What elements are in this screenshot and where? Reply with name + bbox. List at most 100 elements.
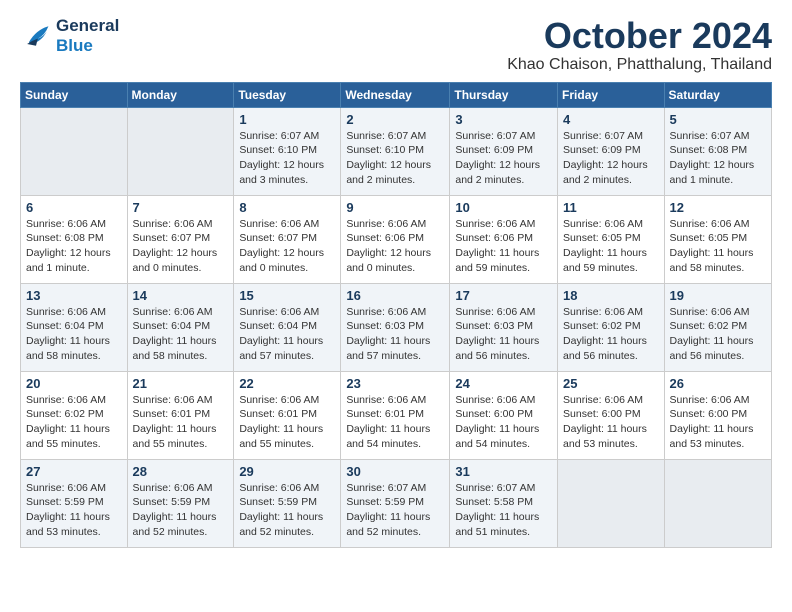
day-number: 29 (239, 464, 335, 479)
day-detail: Sunrise: 6:06 AMSunset: 6:06 PMDaylight:… (346, 217, 444, 276)
day-detail: Sunrise: 6:06 AMSunset: 6:00 PMDaylight:… (455, 393, 552, 452)
page-header: General Blue October 2024 Khao Chaison, … (20, 16, 772, 74)
day-number: 17 (455, 288, 552, 303)
day-number: 18 (563, 288, 659, 303)
calendar-cell: 27Sunrise: 6:06 AMSunset: 5:59 PMDayligh… (21, 459, 128, 547)
day-detail: Sunrise: 6:06 AMSunset: 6:05 PMDaylight:… (670, 217, 766, 276)
calendar-cell: 17 Sunrise: 6:06 AMSunset: 6:03 PMDayligh… (450, 283, 558, 371)
day-detail: Sunrise: 6:07 AMSunset: 6:10 PMDaylight:… (346, 129, 444, 188)
day-detail: Sunrise: 6:07 AMSunset: 6:09 PMDaylight:… (563, 129, 659, 188)
calendar-cell: 22 Sunrise: 6:06 AMSunset: 6:01 PMDayligh… (234, 371, 341, 459)
calendar-cell: 12 Sunrise: 6:06 AMSunset: 6:05 PMDayligh… (664, 195, 771, 283)
day-detail: Sunrise: 6:06 AMSunset: 6:01 PMDaylight:… (239, 393, 335, 452)
day-detail: Sunrise: 6:06 AMSunset: 6:03 PMDaylight:… (455, 305, 552, 364)
title-block: October 2024 Khao Chaison, Phatthalung, … (507, 16, 772, 74)
day-detail: Sunrise: 6:06 AMSunset: 6:05 PMDaylight:… (563, 217, 659, 276)
calendar-cell: 6Sunrise: 6:06 AMSunset: 6:08 PMDaylight… (21, 195, 128, 283)
day-number: 22 (239, 376, 335, 391)
weekday-header-friday: Friday (558, 82, 665, 107)
calendar-cell: 5 Sunrise: 6:07 AMSunset: 6:08 PMDaylight… (664, 107, 771, 195)
day-detail: Sunrise: 6:07 AMSunset: 6:09 PMDaylight:… (455, 129, 552, 188)
day-number: 1 (239, 112, 335, 127)
day-number: 14 (133, 288, 229, 303)
calendar-cell: 26Sunrise: 6:06 AMSunset: 6:00 PMDayligh… (664, 371, 771, 459)
day-number: 26 (670, 376, 766, 391)
calendar-cell: 8 Sunrise: 6:06 AMSunset: 6:07 PMDaylight… (234, 195, 341, 283)
day-number: 8 (239, 200, 335, 215)
calendar-cell: 16Sunrise: 6:06 AMSunset: 6:03 PMDayligh… (341, 283, 450, 371)
calendar-cell (664, 459, 771, 547)
day-number: 2 (346, 112, 444, 127)
calendar-week-row: 20Sunrise: 6:06 AMSunset: 6:02 PMDayligh… (21, 371, 772, 459)
calendar-cell (558, 459, 665, 547)
day-number: 9 (346, 200, 444, 215)
day-number: 10 (455, 200, 552, 215)
day-number: 15 (239, 288, 335, 303)
calendar-cell: 31 Sunrise: 6:07 AMSunset: 5:58 PMDayligh… (450, 459, 558, 547)
day-detail: Sunrise: 6:07 AMSunset: 5:58 PMDaylight:… (455, 481, 552, 540)
location-title: Khao Chaison, Phatthalung, Thailand (507, 56, 772, 74)
calendar-week-row: 6Sunrise: 6:06 AMSunset: 6:08 PMDaylight… (21, 195, 772, 283)
day-number: 5 (670, 112, 766, 127)
calendar-cell: 19Sunrise: 6:06 AMSunset: 6:02 PMDayligh… (664, 283, 771, 371)
calendar-cell: 10 Sunrise: 6:06 AMSunset: 6:06 PMDayligh… (450, 195, 558, 283)
calendar-week-row: 13 Sunrise: 6:06 AMSunset: 6:04 PMDayligh… (21, 283, 772, 371)
calendar-cell: 1Sunrise: 6:07 AMSunset: 6:10 PMDaylight… (234, 107, 341, 195)
day-detail: Sunrise: 6:06 AMSunset: 6:04 PMDaylight:… (239, 305, 335, 364)
day-number: 11 (563, 200, 659, 215)
day-number: 25 (563, 376, 659, 391)
day-detail: Sunrise: 6:06 AMSunset: 6:04 PMDaylight:… (133, 305, 229, 364)
calendar-table: SundayMondayTuesdayWednesdayThursdayFrid… (20, 82, 772, 548)
day-number: 4 (563, 112, 659, 127)
calendar-week-row: 1 Sunrise: 6:07 AMSunset: 6:10 PMDaylight… (21, 107, 772, 195)
day-detail: Sunrise: 6:06 AMSunset: 6:02 PMDaylight:… (563, 305, 659, 364)
calendar-cell: 29 Sunrise: 6:06 AMSunset: 5:59 PMDayligh… (234, 459, 341, 547)
day-number: 16 (346, 288, 444, 303)
day-detail: Sunrise: 6:06 AMSunset: 5:59 PMDaylight:… (239, 481, 335, 540)
day-number: 31 (455, 464, 552, 479)
calendar-cell: 9 Sunrise: 6:06 AMSunset: 6:06 PMDaylight… (341, 195, 450, 283)
logo-line1: General (56, 16, 119, 36)
calendar-cell: 2 Sunrise: 6:07 AMSunset: 6:10 PMDaylight… (341, 107, 450, 195)
day-number: 28 (133, 464, 229, 479)
logo-line2: Blue (56, 36, 119, 56)
day-number: 6 (26, 200, 122, 215)
day-detail: Sunrise: 6:06 AMSunset: 6:07 PMDaylight:… (133, 217, 229, 276)
day-number: 13 (26, 288, 122, 303)
day-detail: Sunrise: 6:06 AMSunset: 6:07 PMDaylight:… (239, 217, 335, 276)
calendar-cell: 14 Sunrise: 6:06 AMSunset: 6:04 PMDayligh… (127, 283, 234, 371)
calendar-cell: 28Sunrise: 6:06 AMSunset: 5:59 PMDayligh… (127, 459, 234, 547)
day-number: 24 (455, 376, 552, 391)
day-number: 23 (346, 376, 444, 391)
calendar-header-row: SundayMondayTuesdayWednesdayThursdayFrid… (21, 82, 772, 107)
day-detail: Sunrise: 6:06 AMSunset: 6:04 PMDaylight:… (26, 305, 122, 364)
calendar-cell (21, 107, 128, 195)
month-title: October 2024 (507, 16, 772, 56)
day-number: 30 (346, 464, 444, 479)
calendar-cell: 18 Sunrise: 6:06 AMSunset: 6:02 PMDayligh… (558, 283, 665, 371)
day-detail: Sunrise: 6:06 AMSunset: 6:06 PMDaylight:… (455, 217, 552, 276)
weekday-header-thursday: Thursday (450, 82, 558, 107)
calendar-cell: 20Sunrise: 6:06 AMSunset: 6:02 PMDayligh… (21, 371, 128, 459)
weekday-header-monday: Monday (127, 82, 234, 107)
day-detail: Sunrise: 6:07 AMSunset: 6:08 PMDaylight:… (670, 129, 766, 188)
calendar-cell: 11 Sunrise: 6:06 AMSunset: 6:05 PMDayligh… (558, 195, 665, 283)
calendar-week-row: 27 Sunrise: 6:06 AMSunset: 5:59 PMDayligh… (21, 459, 772, 547)
weekday-header-sunday: Sunday (21, 82, 128, 107)
day-detail: Sunrise: 6:06 AMSunset: 6:01 PMDaylight:… (346, 393, 444, 452)
calendar-cell: 21Sunrise: 6:06 AMSunset: 6:01 PMDayligh… (127, 371, 234, 459)
day-number: 21 (133, 376, 229, 391)
day-number: 19 (670, 288, 766, 303)
day-detail: Sunrise: 6:06 AMSunset: 6:00 PMDaylight:… (563, 393, 659, 452)
logo-icon (20, 22, 52, 50)
day-number: 7 (133, 200, 229, 215)
calendar-cell: 13 Sunrise: 6:06 AMSunset: 6:04 PMDayligh… (21, 283, 128, 371)
calendar-cell: 7 Sunrise: 6:06 AMSunset: 6:07 PMDaylight… (127, 195, 234, 283)
calendar-cell: 25 Sunrise: 6:06 AMSunset: 6:00 PMDayligh… (558, 371, 665, 459)
calendar-cell: 15 Sunrise: 6:06 AMSunset: 6:04 PMDayligh… (234, 283, 341, 371)
calendar-cell: 23 Sunrise: 6:06 AMSunset: 6:01 PMDayligh… (341, 371, 450, 459)
day-number: 27 (26, 464, 122, 479)
logo: General Blue (20, 16, 119, 55)
day-number: 12 (670, 200, 766, 215)
calendar-cell: 30Sunrise: 6:07 AMSunset: 5:59 PMDayligh… (341, 459, 450, 547)
